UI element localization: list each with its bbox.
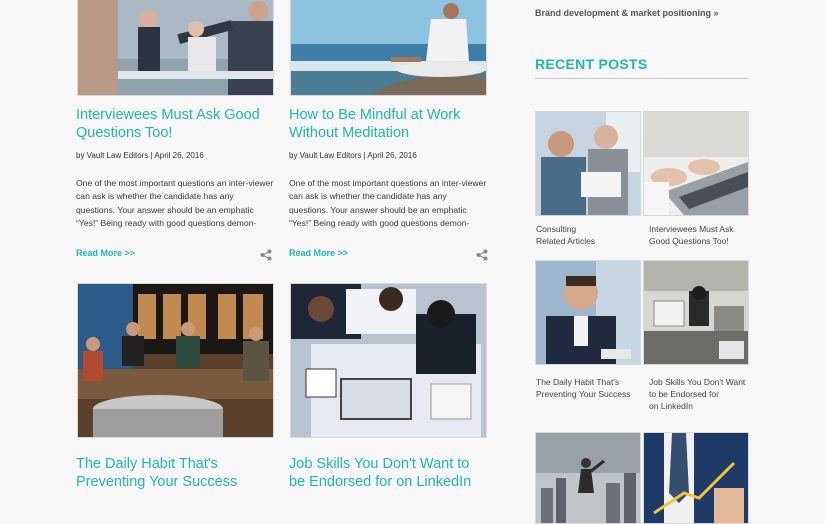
read-more-link[interactable]: Read More >>: [289, 248, 348, 258]
recent-post-caption[interactable]: The Daily Habit That's Preventing Your S…: [536, 376, 640, 400]
recent-post-thumb[interactable]: [643, 260, 749, 365]
article-image-meditation[interactable]: [290, 0, 487, 96]
article-byline: by Vault Law Editors | April 26, 2016: [289, 151, 417, 160]
recent-post-thumb[interactable]: [535, 111, 641, 216]
article-excerpt: One of the most important questions an i…: [76, 178, 274, 228]
recent-post-caption[interactable]: Consulting Related Articles: [536, 223, 640, 247]
article-title[interactable]: How to Be Mindful at Work Without Medita…: [289, 106, 489, 142]
recent-posts-heading: RECENT POSTS: [535, 56, 648, 72]
article-excerpt: One of the most important questions an i…: [289, 178, 487, 228]
article-image-tv-studio[interactable]: [77, 283, 274, 438]
recent-post-caption[interactable]: Interviewees Must Ask Good Questions Too…: [649, 223, 753, 247]
recent-post-thumb[interactable]: [535, 432, 641, 524]
recent-post-caption[interactable]: Job Skills You Don't Want to be Endorsed…: [649, 376, 753, 412]
article-byline: by Vault Law Editors | April 26, 2016: [76, 151, 204, 160]
article-title[interactable]: Interviewees Must Ask Good Questions Too…: [76, 106, 276, 142]
article-image-handshake[interactable]: [77, 0, 274, 96]
recent-post-thumb[interactable]: [643, 432, 749, 524]
share-icon[interactable]: [476, 249, 488, 261]
share-icon[interactable]: [260, 249, 272, 261]
divider: [535, 78, 748, 79]
recent-post-thumb[interactable]: [643, 111, 749, 216]
article-image-team-laptop[interactable]: [290, 283, 487, 438]
read-more-link[interactable]: Read More >>: [76, 248, 135, 258]
article-title[interactable]: Job Skills You Don't Want to be Endorsed…: [289, 455, 489, 491]
article-title[interactable]: The Daily Habit That's Preventing Your S…: [76, 455, 276, 491]
recent-post-thumb[interactable]: [535, 260, 641, 365]
brand-development-link[interactable]: Brand development & market positioning »: [535, 8, 719, 18]
